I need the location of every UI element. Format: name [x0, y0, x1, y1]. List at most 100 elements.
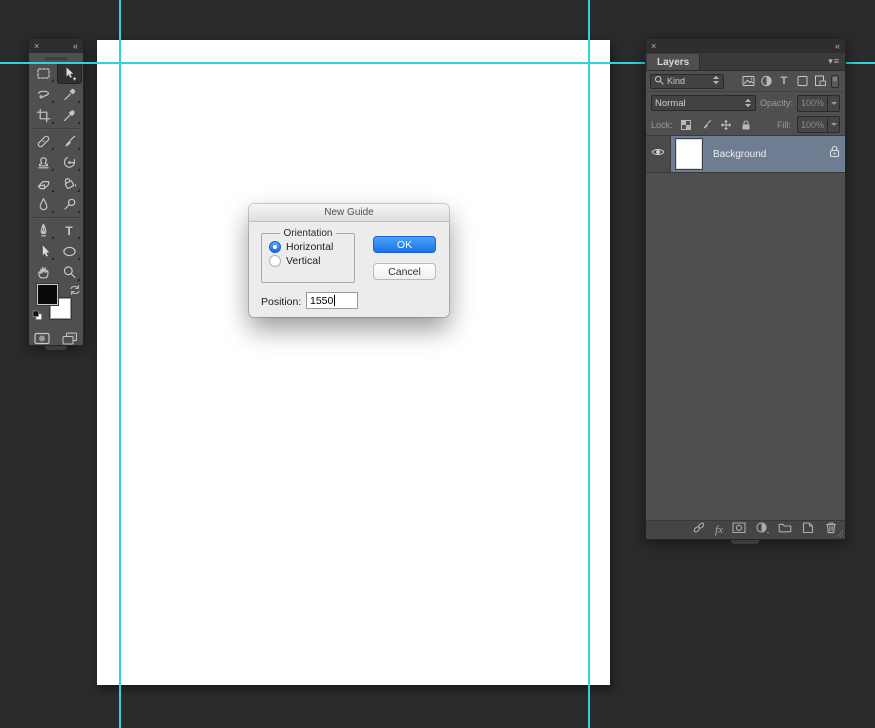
dialog-title: New Guide	[324, 207, 374, 218]
position-input[interactable]: 1550	[306, 292, 358, 309]
close-icon[interactable]: ×	[651, 41, 656, 51]
layers-panel: × « Layers ▾≡ Kind T Normal Opacity: 100…	[645, 38, 846, 540]
new-guide-dialog: New Guide Orientation Horizontal Vertica…	[249, 204, 449, 317]
fill-value: 100%	[800, 119, 824, 130]
position-value: 1550	[310, 294, 334, 307]
collapse-panel-icon[interactable]: «	[835, 41, 840, 51]
crop-tool[interactable]	[31, 105, 56, 126]
hand-tool[interactable]	[31, 262, 56, 283]
tab-layers[interactable]: Layers	[647, 54, 701, 70]
lock-transparency-icon[interactable]	[679, 119, 693, 131]
photoshop-workspace: × « T × « Layers ▾≡ Kind T Normal Opacit…	[0, 0, 875, 728]
path-selection-tool[interactable]	[31, 241, 56, 262]
radio-vertical[interactable]: Vertical	[269, 255, 354, 267]
paint-bucket-tool[interactable]	[57, 173, 82, 194]
adjustment-layer-filter-icon[interactable]	[757, 75, 775, 87]
radio-horizontal-button[interactable]	[269, 241, 281, 253]
layer-thumbnail[interactable]	[676, 139, 702, 169]
move-tool[interactable]	[56, 63, 82, 84]
ok-button[interactable]: OK	[373, 236, 436, 253]
cancel-button[interactable]: Cancel	[373, 263, 436, 280]
fill-value-box[interactable]: 100%	[796, 116, 840, 133]
eyedropper-tool[interactable]	[57, 105, 82, 126]
lock-label: Lock:	[651, 119, 673, 130]
fill-label: Fill:	[776, 119, 791, 130]
history-brush-tool[interactable]	[57, 152, 82, 173]
layer-lock-icon	[829, 145, 840, 163]
lasso-tool[interactable]	[31, 84, 56, 105]
panel-resize-grip[interactable]	[836, 530, 843, 537]
opacity-value-box[interactable]: 100%	[796, 94, 840, 112]
healing-brush-tool[interactable]	[31, 131, 56, 152]
panel-tab-strip: Layers ▾≡	[646, 53, 845, 71]
lock-all-icon[interactable]	[739, 119, 753, 131]
layer-style-fx-icon[interactable]: fx	[715, 524, 723, 536]
lock-image-brush-icon[interactable]	[699, 119, 713, 131]
tools-panel-header[interactable]: × «	[29, 39, 83, 53]
radio-horizontal-label: Horizontal	[286, 241, 334, 253]
layer-row-background[interactable]: Background	[646, 136, 845, 173]
type-tool-glyph: T	[65, 223, 73, 238]
eraser-tool[interactable]	[31, 173, 56, 194]
kind-filter-dropdown[interactable]: Kind	[650, 73, 724, 89]
lock-row: Lock: Fill: 100%	[646, 114, 845, 136]
new-group-folder-icon[interactable]	[778, 521, 792, 539]
document-canvas[interactable]	[97, 40, 610, 685]
layer-filter-row: Kind T	[646, 71, 845, 92]
default-colors-icon[interactable]	[32, 308, 43, 326]
smart-object-filter-icon[interactable]	[811, 75, 829, 87]
radio-vertical-label: Vertical	[286, 255, 321, 267]
close-icon[interactable]: ×	[34, 41, 39, 51]
panel-menu-icon[interactable]: ▾≡	[828, 56, 840, 67]
kind-filter-label: Kind	[667, 76, 686, 86]
blend-mode-value: Normal	[655, 97, 686, 109]
opacity-label: Opacity:	[759, 98, 793, 108]
orientation-legend: Orientation	[283, 228, 333, 239]
new-layer-icon[interactable]	[801, 521, 815, 539]
layers-bottom-bar: fx	[646, 520, 845, 539]
panel-drag-grip[interactable]	[45, 57, 67, 60]
layer-name: Background	[713, 148, 767, 160]
magic-wand-tool[interactable]	[57, 84, 82, 105]
zoom-tool[interactable]	[57, 262, 82, 283]
eye-icon[interactable]	[651, 145, 665, 163]
new-adjustment-layer-icon[interactable]	[755, 521, 769, 539]
link-layers-icon[interactable]	[692, 521, 706, 539]
type-tool[interactable]: T	[57, 220, 82, 241]
pixel-layer-filter-icon[interactable]	[739, 75, 757, 87]
foreground-color-swatch[interactable]	[37, 284, 58, 305]
brush-tool[interactable]	[57, 131, 82, 152]
layer-list-empty-area	[646, 173, 845, 520]
fill-dropdown-arrow[interactable]	[827, 117, 839, 132]
radio-horizontal[interactable]: Horizontal	[269, 241, 354, 253]
orientation-fieldset: Orientation Horizontal Vertical	[261, 228, 355, 283]
blend-mode-select[interactable]: Normal	[651, 95, 756, 111]
color-swatches	[29, 283, 83, 329]
dialog-title-bar[interactable]: New Guide	[249, 204, 449, 222]
layers-panel-bottom-grip[interactable]	[731, 540, 759, 544]
vertical-guide-2[interactable]	[588, 0, 590, 728]
updown-arrows-icon	[712, 74, 720, 88]
text-caret	[334, 295, 336, 306]
clone-stamp-tool[interactable]	[31, 152, 56, 173]
vertical-guide-1[interactable]	[119, 0, 121, 728]
pen-tool[interactable]	[31, 220, 56, 241]
toolbar-bottom-grip[interactable]	[45, 346, 67, 350]
layer-visibility-cell[interactable]	[646, 136, 671, 172]
filter-toggle-switch[interactable]	[829, 74, 841, 88]
type-layer-filter-icon[interactable]: T	[775, 75, 793, 87]
lock-position-icon[interactable]	[719, 119, 733, 131]
radio-vertical-button[interactable]	[269, 255, 281, 267]
collapse-panel-icon[interactable]: «	[73, 41, 78, 51]
dodge-tool[interactable]	[57, 194, 82, 215]
ellipse-shape-tool[interactable]	[57, 241, 82, 262]
opacity-value: 100%	[800, 98, 824, 108]
shape-layer-filter-icon[interactable]	[793, 75, 811, 87]
add-layer-mask-icon[interactable]	[732, 521, 746, 539]
layers-panel-header[interactable]: × «	[646, 39, 845, 53]
blur-tool[interactable]	[31, 194, 56, 215]
search-icon	[654, 75, 664, 87]
rectangular-marquee-tool[interactable]	[31, 63, 56, 84]
opacity-dropdown-arrow[interactable]	[827, 95, 839, 111]
selected-layer-area[interactable]: Background	[671, 136, 845, 172]
